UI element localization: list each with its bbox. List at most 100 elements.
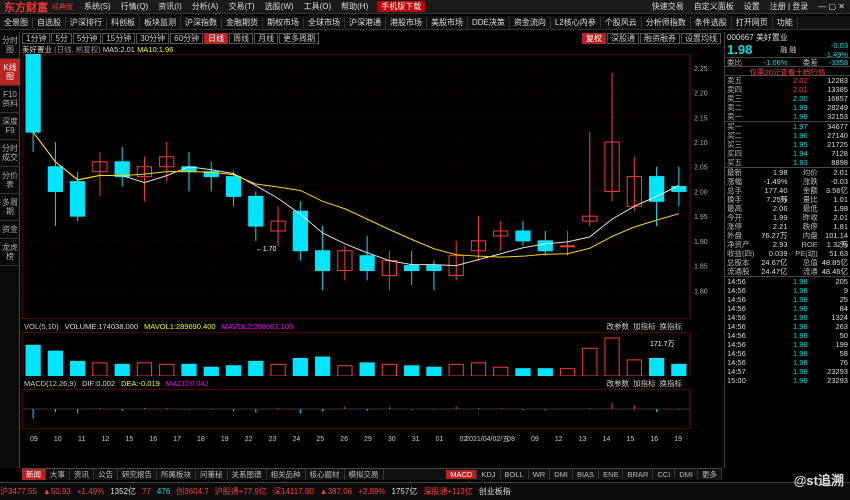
period-daily[interactable]: 日线	[204, 32, 229, 44]
indicator-tab[interactable]: BOLL	[501, 470, 529, 479]
period-30min[interactable]: 30分钟	[136, 32, 170, 44]
indicator-tab[interactable]: ENE	[599, 470, 624, 479]
indicator-tab[interactable]: DMI	[550, 470, 573, 479]
indicator-tab[interactable]: KDJ	[477, 470, 501, 479]
nav-item[interactable]: 板块监测	[140, 17, 181, 28]
hk-connect-button[interactable]: 深股通	[607, 32, 639, 44]
settings-button[interactable]: 设置	[739, 1, 765, 12]
margin-button[interactable]: 融资融券	[640, 32, 680, 44]
vol-param-button[interactable]: 改参数	[607, 321, 630, 332]
chart-area[interactable]: 美好置业 (日线, 前复权) MA5:2.01 MA10:1.96 2.25 2.…	[21, 45, 722, 465]
nav-item[interactable]: 金融期货	[222, 17, 263, 28]
ask-row[interactable]: 卖五 2.02 12283	[725, 76, 850, 85]
sidebar-item-timeshare[interactable]: 分时图	[0, 32, 20, 59]
menu-info[interactable]: 资讯(I)	[153, 1, 187, 12]
adjust-button[interactable]: 复权	[582, 32, 606, 44]
bottom-tab[interactable]: 核心题材	[306, 469, 345, 480]
nav-item[interactable]: 沪深港通	[345, 17, 386, 28]
bid-row[interactable]: 买二 1.96 27140	[725, 131, 850, 140]
indicator-tab[interactable]: CCI	[653, 470, 676, 479]
nav-item[interactable]: 资金流向	[510, 17, 551, 28]
menu-tools[interactable]: 工具(O)	[299, 1, 337, 12]
status-item: 沪股通+77.9亿	[214, 487, 267, 496]
bottom-tab[interactable]: 大事	[46, 469, 70, 480]
quick-trade-button[interactable]: 快速交易	[647, 1, 689, 12]
period-5min[interactable]: 5分钟	[72, 32, 102, 44]
indicator-tab[interactable]: 更多	[698, 469, 722, 480]
bottom-tab[interactable]: 所属板块	[157, 469, 196, 480]
bid-row[interactable]: 买一 1.97 34677	[725, 122, 850, 131]
sidebar-item-trades[interactable]: 分时成交	[0, 140, 20, 167]
bottom-tab[interactable]: 相关品种	[267, 469, 306, 480]
nav-item[interactable]: 个股风云	[601, 17, 642, 28]
nav-item[interactable]: 沪深排行	[66, 17, 107, 28]
nav-item[interactable]: 科创板	[107, 17, 140, 28]
nav-item[interactable]: 沪深指数	[181, 17, 222, 28]
nav-item[interactable]: 自选股	[33, 17, 66, 28]
nav-item[interactable]: L2核心内参	[551, 17, 601, 28]
user-links[interactable]: 注册 | 登录	[765, 1, 814, 12]
menu-help[interactable]: 帮助(H)	[336, 1, 373, 12]
level2-promo-link[interactable]: 仅需20元查看十档行情	[725, 66, 850, 77]
sidebar-item-f9[interactable]: 深度F9	[0, 113, 20, 140]
bottom-tab[interactable]: 公告	[94, 469, 118, 480]
period-weekly[interactable]: 周线	[229, 32, 254, 44]
sidebar-item-pricetable[interactable]: 分价表	[0, 167, 20, 194]
ask-row[interactable]: 卖三 2.00 16857	[725, 94, 850, 103]
menu-trade[interactable]: 交易(T)	[223, 1, 259, 12]
period-5[interactable]: 5分	[51, 32, 72, 44]
ma-settings-button[interactable]: 设置均线	[681, 32, 721, 44]
period-15min[interactable]: 15分钟	[102, 32, 136, 44]
bid-row[interactable]: 买五 1.93 8898	[725, 158, 850, 167]
bottom-tab[interactable]: 关系图谱	[228, 469, 267, 480]
sidebar-item-capital[interactable]: 资金	[0, 221, 20, 239]
indicator-tab[interactable]: WR	[529, 470, 551, 479]
candlestick-chart[interactable]: 2.25 2.20 2.15 2.10 2.05 2.00 1.95 1.90 1.85 1.80…	[21, 47, 722, 320]
window-controls-icon[interactable]: — ▢ ✕	[813, 2, 850, 11]
sidebar-item-f10[interactable]: F10资料	[0, 86, 20, 113]
period-1min[interactable]: 1分钟	[22, 32, 51, 44]
nav-item[interactable]: 分析师指数	[642, 17, 691, 28]
sidebar-item-kline[interactable]: K线图	[0, 59, 20, 86]
sidebar-item-multiperiod[interactable]: 多周期	[0, 194, 20, 221]
indicator-tab[interactable]: BRAR	[623, 470, 654, 479]
indicator-tab[interactable]: BIAS	[573, 470, 600, 479]
nav-item[interactable]: DDE决策	[468, 17, 510, 28]
menu-pick[interactable]: 选股(W)	[260, 1, 299, 12]
nav-item[interactable]: 期权市场	[263, 17, 304, 28]
nav-item[interactable]: 条件选股	[691, 17, 732, 28]
ask-row[interactable]: 卖四 2.01 13385	[725, 85, 850, 94]
menu-system[interactable]: 系统(S)	[79, 1, 116, 12]
ask-row[interactable]: 卖二 1.99 28249	[725, 103, 850, 112]
nav-item[interactable]: 全景图	[0, 17, 33, 28]
nav-item[interactable]: 港股市场	[386, 17, 427, 28]
sidebar-item-dragon[interactable]: 龙虎榜	[0, 239, 20, 266]
mobile-download-button[interactable]: 手机版下载	[377, 1, 426, 12]
stat-row: 最新 1.98 均价 2.01	[727, 168, 848, 177]
bottom-tab[interactable]: 资讯	[70, 469, 94, 480]
menu-quote[interactable]: 行情(Q)	[116, 1, 154, 12]
bottom-tab[interactable]: 新闻	[22, 469, 46, 480]
vol-switch-button[interactable]: 换指标	[660, 321, 683, 332]
custom-panel-button[interactable]: 自定义面板	[689, 1, 739, 12]
ask-row[interactable]: 卖一 1.98 32153	[725, 112, 850, 121]
indicator-tab[interactable]: DMI	[675, 470, 698, 479]
menu-analysis[interactable]: 分析(A)	[187, 1, 224, 12]
nav-item[interactable]: 打开网页	[732, 17, 773, 28]
bid-row[interactable]: 买四 1.94 7128	[725, 149, 850, 158]
nav-item[interactable]: 全球市场	[304, 17, 345, 28]
nav-item[interactable]: 功能	[773, 17, 798, 28]
period-monthly[interactable]: 月线	[254, 32, 279, 44]
nav-item[interactable]: 美股市场	[427, 17, 468, 28]
bid-row[interactable]: 买三 1.95 21725	[725, 140, 850, 149]
period-more[interactable]: 更多周期	[279, 32, 320, 44]
bottom-tab[interactable]: 模拟交易	[345, 469, 384, 480]
bottom-tab[interactable]: 研究报告	[118, 469, 157, 480]
bottom-tab[interactable]: 问董秘	[196, 469, 228, 480]
vol-add-button[interactable]: 加指标	[633, 321, 656, 332]
indicator-tab[interactable]: MACD	[446, 470, 478, 479]
macd-param-button[interactable]: 改参数	[607, 378, 630, 389]
macd-add-button[interactable]: 加指标	[633, 378, 656, 389]
period-60min[interactable]: 60分钟	[170, 32, 204, 44]
macd-switch-button[interactable]: 换指标	[660, 378, 683, 389]
